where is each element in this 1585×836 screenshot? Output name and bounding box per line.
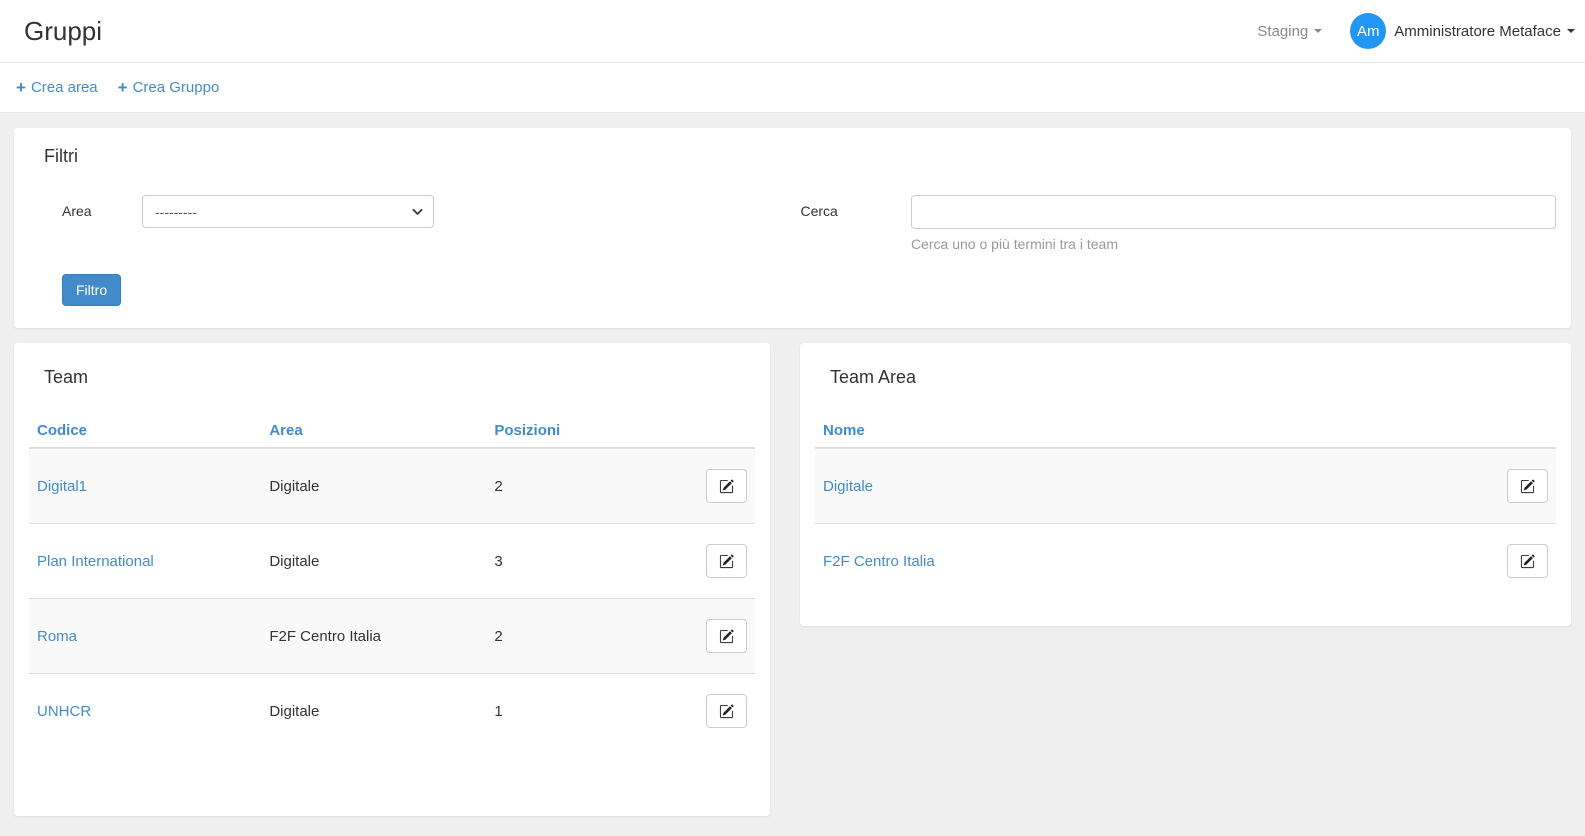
toolbar: + Crea area + Crea Gruppo	[0, 63, 1585, 113]
edit-icon	[719, 479, 734, 494]
table-row: Roma F2F Centro Italia 2	[29, 599, 755, 674]
crea-gruppo-link[interactable]: + Crea Gruppo	[118, 79, 220, 96]
table-row: F2F Centro Italia	[815, 524, 1556, 599]
user-menu[interactable]: Am Amministratore Metaface	[1350, 13, 1575, 49]
team-title: Team	[29, 367, 755, 388]
team-posizioni-cell: 2	[486, 448, 682, 524]
table-row: Digitale	[815, 448, 1556, 524]
team-area-cell: Digitale	[261, 524, 486, 599]
table-row: Digital1 Digitale 2	[29, 448, 755, 524]
team-area-cell: F2F Centro Italia	[261, 599, 486, 674]
area-link[interactable]: Digitale	[823, 478, 873, 495]
team-link[interactable]: UNHCR	[37, 703, 91, 720]
plus-icon: +	[16, 79, 26, 96]
avatar-initials: Am	[1357, 23, 1380, 40]
edit-area-button[interactable]	[1507, 544, 1548, 578]
search-label: Cerca	[793, 195, 912, 219]
plus-icon: +	[118, 79, 128, 96]
team-posizioni-cell: 2	[486, 599, 682, 674]
team-area-column-actions	[1496, 414, 1556, 448]
crea-area-label: Crea area	[31, 79, 98, 96]
crea-area-link[interactable]: + Crea area	[16, 79, 98, 96]
crea-gruppo-label: Crea Gruppo	[133, 79, 220, 96]
avatar: Am	[1350, 13, 1386, 49]
team-posizioni-cell: 1	[486, 674, 682, 749]
edit-team-button[interactable]	[706, 544, 747, 578]
team-area-cell: Digitale	[261, 448, 486, 524]
edit-icon	[1520, 554, 1535, 569]
team-area-table: Nome Digitale F2F Centro Ita	[815, 414, 1556, 598]
team-column-actions	[682, 414, 755, 448]
caret-down-icon	[1567, 29, 1575, 33]
edit-icon	[1520, 479, 1535, 494]
page-header: Gruppi Staging Am Amministratore Metafac…	[0, 0, 1585, 63]
edit-team-button[interactable]	[706, 469, 747, 503]
filters-title: Filtri	[29, 146, 1556, 167]
team-link[interactable]: Plan International	[37, 553, 154, 570]
search-input[interactable]	[911, 195, 1556, 229]
filter-form: Area --------- Cerca Cerca uno o più ter…	[29, 195, 1556, 252]
team-table: Codice Area Posizioni Digital1 Digitale …	[29, 414, 755, 748]
team-area-column-nome[interactable]: Nome	[815, 414, 1496, 448]
team-column-area[interactable]: Area	[261, 414, 486, 448]
main-content: Filtri Area --------- Cerca Cerca uno o …	[0, 113, 1585, 836]
team-column-posizioni[interactable]: Posizioni	[486, 414, 682, 448]
caret-down-icon	[1314, 29, 1322, 33]
edit-icon	[719, 554, 734, 569]
area-select[interactable]: ---------	[142, 195, 434, 228]
team-area-card: Team Area Nome Digitale	[800, 343, 1571, 626]
environment-label: Staging	[1257, 23, 1308, 40]
table-row: UNHCR Digitale 1	[29, 674, 755, 749]
table-row: Plan International Digitale 3	[29, 524, 755, 599]
area-link[interactable]: F2F Centro Italia	[823, 553, 935, 570]
team-area-cell: Digitale	[261, 674, 486, 749]
page-title: Gruppi	[24, 16, 102, 47]
edit-team-button[interactable]	[706, 694, 747, 728]
user-name: Amministratore Metaface	[1394, 23, 1561, 40]
team-card: Team Codice Area Posizioni Digital1 Digi…	[14, 343, 770, 816]
filter-submit-button[interactable]: Filtro	[62, 274, 121, 306]
team-column-codice[interactable]: Codice	[29, 414, 261, 448]
filters-card: Filtri Area --------- Cerca Cerca uno o …	[14, 128, 1571, 328]
edit-icon	[719, 704, 734, 719]
search-help-text: Cerca uno o più termini tra i team	[911, 236, 1556, 252]
team-posizioni-cell: 3	[486, 524, 682, 599]
environment-dropdown[interactable]: Staging	[1257, 23, 1322, 40]
team-area-title: Team Area	[815, 367, 1556, 388]
edit-team-button[interactable]	[706, 619, 747, 653]
team-link[interactable]: Digital1	[37, 478, 87, 495]
edit-icon	[719, 629, 734, 644]
edit-area-button[interactable]	[1507, 469, 1548, 503]
team-link[interactable]: Roma	[37, 628, 77, 645]
area-label: Area	[62, 195, 142, 219]
